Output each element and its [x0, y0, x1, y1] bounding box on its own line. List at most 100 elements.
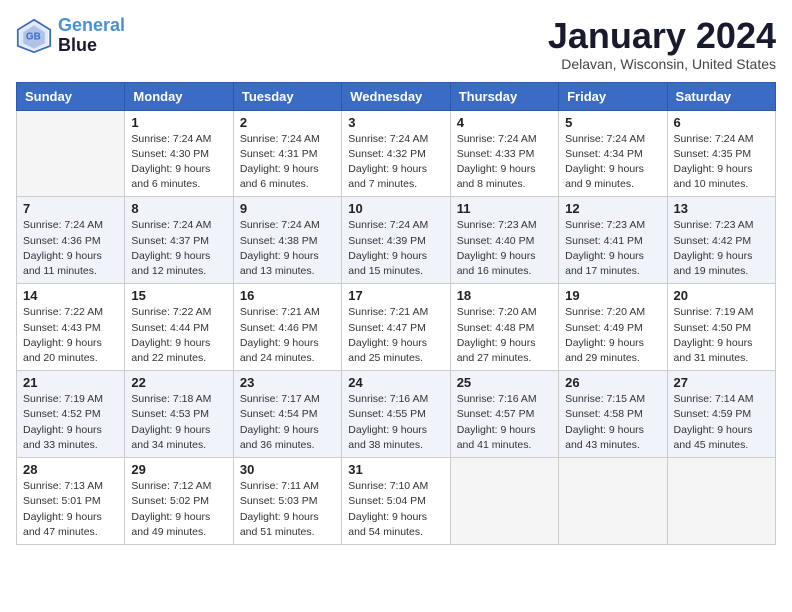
calendar-cell: 14 Sunrise: 7:22 AMSunset: 4:43 PMDayligh…: [17, 284, 125, 371]
logo: GB General Blue: [16, 16, 125, 56]
calendar-cell: 2 Sunrise: 7:24 AMSunset: 4:31 PMDaylight…: [233, 110, 341, 197]
day-detail: Sunrise: 7:12 AMSunset: 5:02 PMDaylight:…: [131, 479, 226, 540]
weekday-saturday: Saturday: [667, 82, 775, 110]
day-number: 8: [131, 201, 226, 216]
day-number: 28: [23, 462, 118, 477]
day-number: 2: [240, 115, 335, 130]
day-detail: Sunrise: 7:24 AMSunset: 4:30 PMDaylight:…: [131, 132, 226, 193]
day-detail: Sunrise: 7:23 AMSunset: 4:42 PMDaylight:…: [674, 218, 769, 279]
day-number: 1: [131, 115, 226, 130]
day-detail: Sunrise: 7:24 AMSunset: 4:34 PMDaylight:…: [565, 132, 660, 193]
day-number: 30: [240, 462, 335, 477]
weekday-tuesday: Tuesday: [233, 82, 341, 110]
week-row-1: 1 Sunrise: 7:24 AMSunset: 4:30 PMDaylight…: [17, 110, 776, 197]
day-number: 18: [457, 288, 552, 303]
calendar-cell: 24 Sunrise: 7:16 AMSunset: 4:55 PMDayligh…: [342, 371, 450, 458]
day-number: 23: [240, 375, 335, 390]
day-number: 15: [131, 288, 226, 303]
page-header: GB General Blue January 2024 Delavan, Wi…: [16, 16, 776, 72]
day-detail: Sunrise: 7:23 AMSunset: 4:41 PMDaylight:…: [565, 218, 660, 279]
location: Delavan, Wisconsin, United States: [548, 56, 776, 72]
day-detail: Sunrise: 7:22 AMSunset: 4:43 PMDaylight:…: [23, 305, 118, 366]
calendar-cell: 30 Sunrise: 7:11 AMSunset: 5:03 PMDayligh…: [233, 458, 341, 545]
calendar-cell: 16Sunrise: 7:21 AMSunset: 4:46 PMDayligh…: [233, 284, 341, 371]
day-detail: Sunrise: 7:19 AMSunset: 4:52 PMDaylight:…: [23, 392, 118, 453]
day-detail: Sunrise: 7:20 AMSunset: 4:49 PMDaylight:…: [565, 305, 660, 366]
calendar-cell: 31 Sunrise: 7:10 AMSunset: 5:04 PMDayligh…: [342, 458, 450, 545]
day-number: 12: [565, 201, 660, 216]
day-number: 9: [240, 201, 335, 216]
day-number: 25: [457, 375, 552, 390]
day-number: 20: [674, 288, 769, 303]
calendar-cell: [667, 458, 775, 545]
day-number: 31: [348, 462, 443, 477]
calendar-cell: 5 Sunrise: 7:24 AMSunset: 4:34 PMDaylight…: [559, 110, 667, 197]
day-number: 14: [23, 288, 118, 303]
calendar-cell: 29 Sunrise: 7:12 AMSunset: 5:02 PMDayligh…: [125, 458, 233, 545]
day-number: 26: [565, 375, 660, 390]
calendar-cell: 26 Sunrise: 7:15 AMSunset: 4:58 PMDayligh…: [559, 371, 667, 458]
day-number: 6: [674, 115, 769, 130]
day-detail: Sunrise: 7:15 AMSunset: 4:58 PMDaylight:…: [565, 392, 660, 453]
day-number: 24: [348, 375, 443, 390]
calendar-cell: 25Sunrise: 7:16 AMSunset: 4:57 PMDayligh…: [450, 371, 558, 458]
logo-icon: GB: [16, 18, 52, 54]
day-detail: Sunrise: 7:11 AMSunset: 5:03 PMDaylight:…: [240, 479, 335, 540]
day-number: 10: [348, 201, 443, 216]
calendar-cell: 11 Sunrise: 7:23 AMSunset: 4:40 PMDayligh…: [450, 197, 558, 284]
week-row-2: 7 Sunrise: 7:24 AMSunset: 4:36 PMDaylight…: [17, 197, 776, 284]
weekday-sunday: Sunday: [17, 82, 125, 110]
day-detail: Sunrise: 7:17 AMSunset: 4:54 PMDaylight:…: [240, 392, 335, 453]
weekday-thursday: Thursday: [450, 82, 558, 110]
day-detail: Sunrise: 7:19 AMSunset: 4:50 PMDaylight:…: [674, 305, 769, 366]
day-detail: Sunrise: 7:16 AMSunset: 4:55 PMDaylight:…: [348, 392, 443, 453]
weekday-friday: Friday: [559, 82, 667, 110]
calendar-cell: 20 Sunrise: 7:19 AMSunset: 4:50 PMDayligh…: [667, 284, 775, 371]
day-detail: Sunrise: 7:23 AMSunset: 4:40 PMDaylight:…: [457, 218, 552, 279]
calendar-cell: 12 Sunrise: 7:23 AMSunset: 4:41 PMDayligh…: [559, 197, 667, 284]
day-number: 3: [348, 115, 443, 130]
calendar-cell: [450, 458, 558, 545]
calendar-table: SundayMondayTuesdayWednesdayThursdayFrid…: [16, 82, 776, 545]
day-detail: Sunrise: 7:24 AMSunset: 4:31 PMDaylight:…: [240, 132, 335, 193]
day-number: 7: [23, 201, 118, 216]
day-number: 4: [457, 115, 552, 130]
day-detail: Sunrise: 7:24 AMSunset: 4:37 PMDaylight:…: [131, 218, 226, 279]
calendar-cell: 4 Sunrise: 7:24 AMSunset: 4:33 PMDaylight…: [450, 110, 558, 197]
calendar-cell: 18 Sunrise: 7:20 AMSunset: 4:48 PMDayligh…: [450, 284, 558, 371]
calendar-cell: 23 Sunrise: 7:17 AMSunset: 4:54 PMDayligh…: [233, 371, 341, 458]
day-number: 19: [565, 288, 660, 303]
day-detail: Sunrise: 7:20 AMSunset: 4:48 PMDaylight:…: [457, 305, 552, 366]
day-number: 5: [565, 115, 660, 130]
calendar-cell: 27 Sunrise: 7:14 AMSunset: 4:59 PMDayligh…: [667, 371, 775, 458]
svg-text:GB: GB: [26, 31, 41, 42]
calendar-cell: 15 Sunrise: 7:22 AMSunset: 4:44 PMDayligh…: [125, 284, 233, 371]
calendar-cell: [17, 110, 125, 197]
calendar-cell: 9 Sunrise: 7:24 AMSunset: 4:38 PMDaylight…: [233, 197, 341, 284]
day-detail: Sunrise: 7:24 AMSunset: 4:33 PMDaylight:…: [457, 132, 552, 193]
day-number: 29: [131, 462, 226, 477]
day-detail: Sunrise: 7:24 AMSunset: 4:36 PMDaylight:…: [23, 218, 118, 279]
day-detail: Sunrise: 7:22 AMSunset: 4:44 PMDaylight:…: [131, 305, 226, 366]
day-number: 21: [23, 375, 118, 390]
day-detail: Sunrise: 7:13 AMSunset: 5:01 PMDaylight:…: [23, 479, 118, 540]
day-number: 16: [240, 288, 335, 303]
day-number: 17: [348, 288, 443, 303]
day-detail: Sunrise: 7:24 AMSunset: 4:32 PMDaylight:…: [348, 132, 443, 193]
calendar-cell: 21 Sunrise: 7:19 AMSunset: 4:52 PMDayligh…: [17, 371, 125, 458]
day-detail: Sunrise: 7:14 AMSunset: 4:59 PMDaylight:…: [674, 392, 769, 453]
logo-text: General Blue: [58, 16, 125, 56]
calendar-cell: 3 Sunrise: 7:24 AMSunset: 4:32 PMDaylight…: [342, 110, 450, 197]
day-number: 13: [674, 201, 769, 216]
day-detail: Sunrise: 7:24 AMSunset: 4:38 PMDaylight:…: [240, 218, 335, 279]
day-number: 27: [674, 375, 769, 390]
day-number: 11: [457, 201, 552, 216]
day-detail: Sunrise: 7:24 AMSunset: 4:35 PMDaylight:…: [674, 132, 769, 193]
calendar-cell: 13 Sunrise: 7:23 AMSunset: 4:42 PMDayligh…: [667, 197, 775, 284]
day-detail: Sunrise: 7:18 AMSunset: 4:53 PMDaylight:…: [131, 392, 226, 453]
day-detail: Sunrise: 7:21 AMSunset: 4:47 PMDaylight:…: [348, 305, 443, 366]
calendar-cell: 17 Sunrise: 7:21 AMSunset: 4:47 PMDayligh…: [342, 284, 450, 371]
day-detail: Sunrise: 7:10 AMSunset: 5:04 PMDaylight:…: [348, 479, 443, 540]
title-block: January 2024 Delavan, Wisconsin, United …: [548, 16, 776, 72]
calendar-cell: 10Sunrise: 7:24 AMSunset: 4:39 PMDayligh…: [342, 197, 450, 284]
